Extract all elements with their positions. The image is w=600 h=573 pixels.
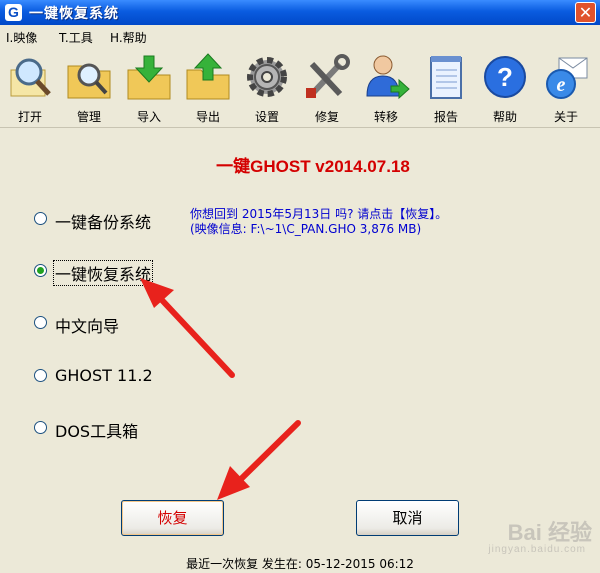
annotation-arrows [140,278,301,500]
arrow-to-restore-button [217,420,301,500]
app-window: G 一键恢复系统 ✕ I.映像 T.工具 H.帮助 打开 管理 导入 导出 设置… [0,0,600,573]
arrow-to-restore-option [140,278,235,378]
